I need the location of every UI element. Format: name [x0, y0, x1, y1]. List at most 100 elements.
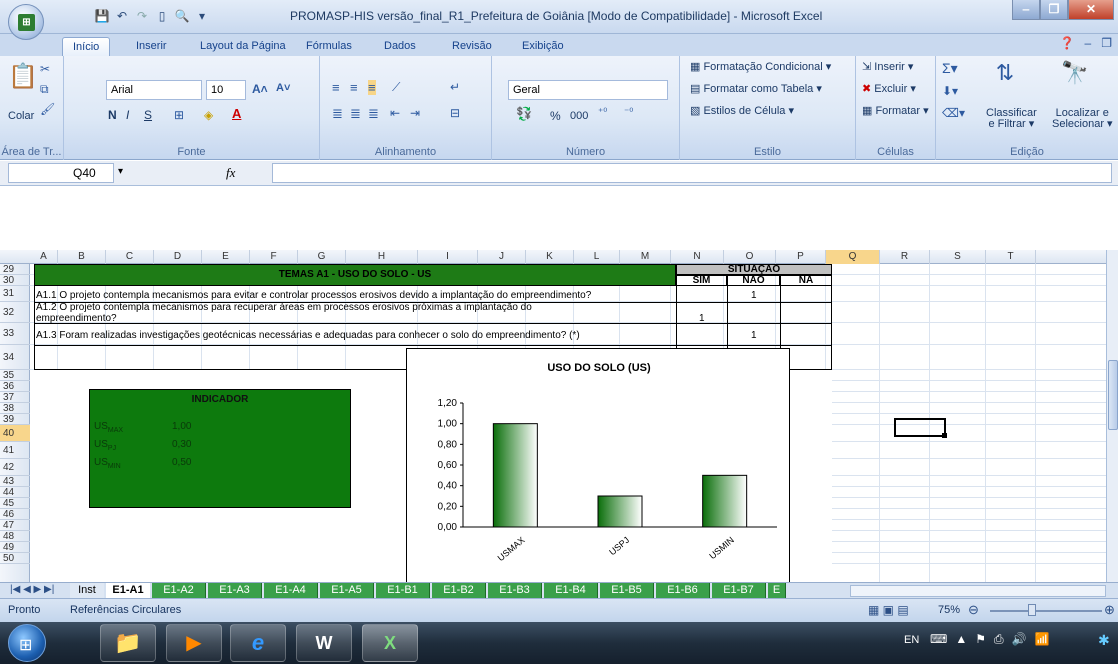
align-top-icon[interactable]: ≡	[332, 80, 340, 95]
fill-handle[interactable]	[942, 433, 947, 438]
row-header-30[interactable]: 30	[0, 275, 30, 286]
tab-inserir[interactable]: Inserir	[126, 37, 177, 56]
row-header-31[interactable]: 31	[0, 286, 30, 302]
column-header-r[interactable]: R	[880, 250, 930, 264]
row-header-41[interactable]: 41	[0, 442, 30, 459]
tab-revisao[interactable]: Revisão	[442, 37, 502, 56]
sheet-tab-e1-b2[interactable]: E1-B2	[432, 583, 486, 599]
row-header-50[interactable]: 50	[0, 553, 30, 564]
column-header-m[interactable]: M	[620, 250, 671, 264]
column-header-q[interactable]: Q	[826, 250, 880, 264]
sheet-tab-e1-b1[interactable]: E1-B1	[376, 583, 430, 599]
orientation-icon[interactable]: ⟋	[392, 80, 400, 95]
copy-icon[interactable]: ⧉	[40, 82, 49, 97]
taskbar-explorer[interactable]: 📁	[100, 624, 156, 662]
row-header-40[interactable]: 40	[0, 425, 30, 442]
sheet-tab-e1-b5[interactable]: E1-B5	[600, 583, 654, 599]
binoculars-icon[interactable]: 🔭	[1060, 60, 1090, 86]
sort-filter-icon[interactable]: ⇅	[990, 60, 1020, 86]
shrink-font-icon[interactable]: A˅	[276, 82, 290, 94]
column-header-l[interactable]: L	[574, 250, 620, 264]
sort-filter-button[interactable]: Classificar e Filtrar ▾	[986, 108, 1037, 130]
bluetooth-icon[interactable]: ✱	[1098, 632, 1110, 649]
conditional-format-button[interactable]: ▦ Formatação Condicional ▾	[690, 60, 831, 73]
paste-icon[interactable]: 📋	[8, 62, 38, 96]
selected-cell-q40[interactable]	[894, 418, 946, 437]
row-header-32[interactable]: 32	[0, 302, 30, 323]
decrease-indent-icon[interactable]: ⇤	[390, 106, 400, 120]
save-icon[interactable]: 💾	[94, 8, 110, 24]
sheet-tab-e1-a3[interactable]: E1-A3	[208, 583, 262, 599]
name-box-dropdown-icon[interactable]: ▾	[118, 166, 123, 177]
row-header-33[interactable]: 33	[0, 323, 30, 345]
zoom-in-icon[interactable]: ⊕	[1104, 602, 1115, 618]
autosum-icon[interactable]: Σ▾	[942, 60, 958, 77]
column-header-o[interactable]: O	[724, 250, 776, 264]
minimize-button[interactable]: ‒	[1012, 0, 1040, 20]
row-header-44[interactable]: 44	[0, 487, 30, 498]
row-header-38[interactable]: 38	[0, 403, 30, 414]
tab-exibicao[interactable]: Exibição	[512, 37, 574, 56]
column-header-j[interactable]: J	[478, 250, 526, 264]
column-header-h[interactable]: H	[346, 250, 418, 264]
vertical-scrollbar[interactable]	[1106, 250, 1118, 582]
insert-function-icon[interactable]: fx	[226, 165, 235, 181]
fill-color-icon[interactable]: ◈	[204, 108, 213, 122]
format-as-table-button[interactable]: ▤ Formatar como Tabela ▾	[690, 82, 822, 95]
taskbar-media[interactable]: ▶	[166, 624, 222, 662]
zoom-level[interactable]: 75%	[938, 604, 960, 616]
close-button[interactable]: ✕	[1068, 0, 1114, 20]
redo-icon[interactable]: ↷	[134, 8, 150, 24]
cell-styles-button[interactable]: ▧ Estilos de Célula ▾	[690, 104, 794, 117]
sheet-tab-e1-b3[interactable]: E1-B3	[488, 583, 542, 599]
align-left-icon[interactable]: ≣	[332, 106, 343, 122]
row-header-29[interactable]: 29	[0, 264, 30, 275]
row-header-37[interactable]: 37	[0, 392, 30, 403]
row-header-35[interactable]: 35	[0, 370, 30, 381]
row-header-48[interactable]: 48	[0, 531, 30, 542]
print-preview-icon[interactable]: 🔍	[174, 8, 190, 24]
wrap-text-icon[interactable]: ↵	[450, 80, 460, 94]
tray-icons[interactable]: ⌨▲⚑⎙🔊📶	[930, 632, 1057, 647]
column-header-d[interactable]: D	[154, 250, 202, 264]
undo-icon[interactable]: ↶	[114, 8, 130, 24]
column-header-k[interactable]: K	[526, 250, 574, 264]
row-header-43[interactable]: 43	[0, 476, 30, 487]
font-color-icon[interactable]: A	[232, 106, 241, 121]
horizontal-scrollbar[interactable]	[850, 585, 1106, 597]
grow-font-icon[interactable]: A˄	[252, 82, 268, 96]
font-name-select[interactable]: Arial	[106, 80, 202, 100]
number-format-select[interactable]: Geral	[508, 80, 668, 100]
increase-decimal-icon[interactable]: ⁺⁰	[598, 107, 607, 118]
sheet-tab-e1-b4[interactable]: E1-B4	[544, 583, 598, 599]
thousands-button[interactable]: 000	[570, 110, 588, 122]
minimize-ribbon-icon[interactable]: ‒	[1085, 36, 1092, 50]
clear-icon[interactable]: ⌫▾	[942, 106, 965, 120]
align-center-icon[interactable]: ≣	[350, 106, 361, 122]
sheet-nav-icon[interactable]: |◀ ◀ ▶ ▶|	[10, 584, 54, 595]
column-header-a[interactable]: A	[30, 250, 58, 264]
row-header-39[interactable]: 39	[0, 414, 30, 425]
row-header-36[interactable]: 36	[0, 381, 30, 392]
borders-icon[interactable]: ⊞	[174, 108, 184, 122]
taskbar-ie[interactable]: e	[230, 624, 286, 662]
column-header-g[interactable]: G	[298, 250, 346, 264]
align-middle-icon[interactable]: ≡	[350, 80, 358, 95]
taskbar-word[interactable]: W	[296, 624, 352, 662]
help-icon[interactable]: ❓	[1060, 36, 1075, 50]
zoom-slider[interactable]	[990, 610, 1102, 612]
view-buttons[interactable]: ▦ ▣ ▤	[868, 603, 909, 617]
sheet-tab-e1-b6[interactable]: E1-B6	[656, 583, 710, 599]
column-header-n[interactable]: N	[671, 250, 724, 264]
restore-workbook-icon[interactable]: ❐	[1101, 36, 1112, 50]
underline-button[interactable]: S	[144, 108, 152, 122]
column-header-i[interactable]: I	[418, 250, 478, 264]
font-size-select[interactable]: 10	[206, 80, 246, 100]
tab-inicio[interactable]: Início	[62, 37, 111, 56]
sheet-tab-e1-a4[interactable]: E1-A4	[264, 583, 318, 599]
tab-layout[interactable]: Layout da Página	[190, 37, 296, 56]
scrollbar-thumb[interactable]	[1108, 360, 1118, 430]
name-box[interactable]: Q40	[8, 163, 114, 183]
fill-icon[interactable]: ⬇▾	[942, 84, 958, 98]
paste-button[interactable]: Colar	[8, 110, 34, 122]
